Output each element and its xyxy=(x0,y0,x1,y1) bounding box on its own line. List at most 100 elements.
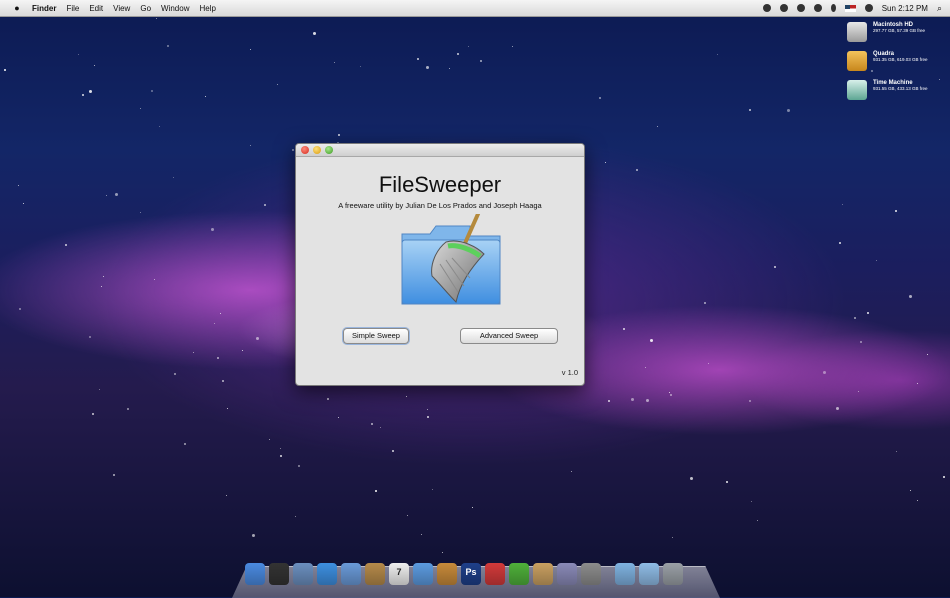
star xyxy=(426,66,429,69)
star xyxy=(252,534,255,537)
menu-file[interactable]: File xyxy=(66,4,79,13)
star xyxy=(631,398,634,401)
applications-folder-icon[interactable] xyxy=(615,563,635,585)
trash-icon[interactable] xyxy=(663,563,683,585)
menu-view[interactable]: View xyxy=(113,4,130,13)
star xyxy=(449,68,450,69)
star xyxy=(78,54,79,55)
star xyxy=(860,341,862,343)
photoshop-icon[interactable]: Ps xyxy=(461,563,481,585)
star xyxy=(876,260,877,261)
star xyxy=(392,450,394,452)
menu-finder[interactable]: Finder xyxy=(32,4,56,13)
facetime-icon[interactable] xyxy=(341,563,361,585)
star xyxy=(480,60,482,62)
star xyxy=(608,400,610,402)
star xyxy=(167,45,169,47)
star xyxy=(406,396,407,397)
star xyxy=(432,489,433,490)
zoom-icon[interactable] xyxy=(325,146,333,154)
app-title: FileSweeper xyxy=(378,172,502,197)
star xyxy=(669,392,670,393)
menu-edit[interactable]: Edit xyxy=(89,4,103,13)
star xyxy=(156,18,157,19)
star xyxy=(650,339,653,342)
star xyxy=(211,228,214,231)
star xyxy=(280,448,281,449)
status-area: Sun 2:12 PM ⌕ xyxy=(762,0,942,16)
simple-sweep-button[interactable]: Simple Sweep xyxy=(343,328,409,344)
bluetooth-icon[interactable] xyxy=(830,4,836,12)
star xyxy=(106,195,107,196)
leaf-icon[interactable] xyxy=(509,563,529,585)
drive-quadra[interactable]: Quadra 931.35 GB, 619.03 GB free xyxy=(847,51,928,71)
safari-icon[interactable] xyxy=(317,563,337,585)
finder-icon[interactable] xyxy=(245,563,265,585)
status-menu-icon[interactable] xyxy=(762,4,771,12)
star xyxy=(298,465,300,467)
star xyxy=(327,398,329,400)
star xyxy=(421,534,422,535)
menu-go[interactable]: Go xyxy=(140,4,151,13)
downloads-folder-icon[interactable] xyxy=(639,563,659,585)
address-book-icon[interactable] xyxy=(365,563,385,585)
star xyxy=(939,79,940,80)
ical-icon[interactable]: 7 xyxy=(389,563,409,585)
star xyxy=(757,520,758,521)
star xyxy=(226,495,227,496)
system-preferences-icon[interactable] xyxy=(581,563,601,585)
itunes-icon[interactable] xyxy=(413,563,433,585)
star xyxy=(646,399,649,402)
iphoto-icon[interactable] xyxy=(437,563,457,585)
dashboard-icon[interactable] xyxy=(269,563,289,585)
star xyxy=(457,53,459,55)
textedit-icon[interactable] xyxy=(485,563,505,585)
star xyxy=(338,417,339,418)
advanced-sweep-button[interactable]: Advanced Sweep xyxy=(460,328,558,344)
star xyxy=(749,109,751,111)
star xyxy=(18,185,19,186)
preview-icon[interactable] xyxy=(293,563,313,585)
star xyxy=(427,416,429,418)
star xyxy=(89,336,91,338)
star xyxy=(19,308,21,310)
star xyxy=(92,413,94,415)
drive-time-machine[interactable]: Time Machine 931.55 GB, 433.13 GB free xyxy=(847,80,928,100)
close-icon[interactable] xyxy=(301,146,309,154)
star xyxy=(708,363,709,364)
star xyxy=(217,357,219,359)
time-machine-icon[interactable] xyxy=(813,4,822,12)
star xyxy=(704,302,706,304)
star xyxy=(250,145,251,146)
star xyxy=(140,108,141,109)
star xyxy=(277,84,278,85)
minimize-icon[interactable] xyxy=(313,146,321,154)
star xyxy=(94,65,95,66)
clock[interactable]: Sun 2:12 PM xyxy=(882,4,928,13)
airport-icon[interactable] xyxy=(779,4,788,12)
star xyxy=(657,126,658,127)
photoshop-label: Ps xyxy=(465,567,477,577)
menu-window[interactable]: Window xyxy=(161,4,189,13)
star xyxy=(867,312,869,314)
cube-icon[interactable] xyxy=(557,563,577,585)
star xyxy=(220,313,221,314)
star xyxy=(334,62,335,63)
menu-help[interactable]: Help xyxy=(199,4,215,13)
star xyxy=(670,394,672,396)
star xyxy=(313,32,316,35)
drive-macintosh-hd[interactable]: Macintosh HD 297.77 GB, 57.39 GB free xyxy=(847,22,925,42)
star xyxy=(787,109,790,112)
star xyxy=(839,242,841,244)
star xyxy=(823,371,826,374)
coffee-icon[interactable] xyxy=(533,563,553,585)
volume-icon[interactable] xyxy=(864,4,873,12)
apple-icon[interactable]: ● xyxy=(10,3,24,13)
star xyxy=(909,295,912,298)
external-drive-icon xyxy=(847,51,867,71)
sync-icon[interactable] xyxy=(796,4,805,12)
title-bar[interactable] xyxy=(296,144,584,157)
star xyxy=(672,537,673,538)
us-flag-icon[interactable] xyxy=(844,4,856,12)
spotlight-icon[interactable]: ⌕ xyxy=(937,3,942,14)
